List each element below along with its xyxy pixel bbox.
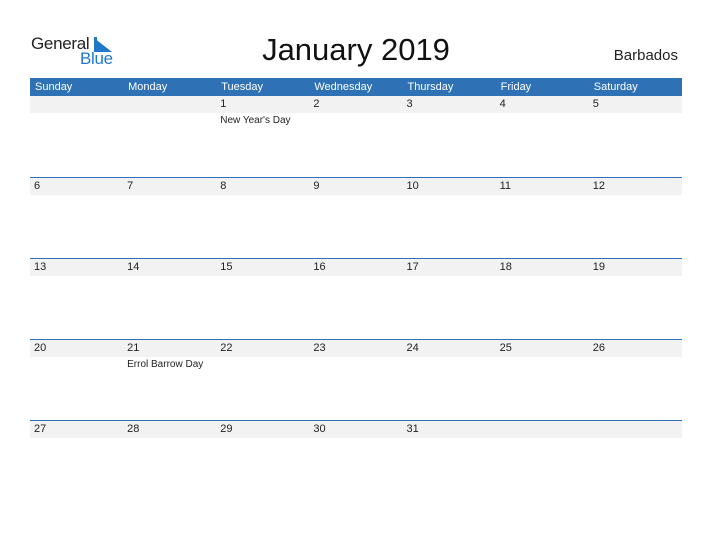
weekday-header: Sunday Monday Tuesday Wednesday Thursday… (30, 78, 682, 96)
holiday-label (216, 438, 309, 440)
day-number: 31 (406, 423, 419, 435)
holiday-label (589, 438, 682, 440)
week-row: 1 2 3 4 5 New Year's Day (30, 96, 682, 177)
events-area (30, 438, 682, 440)
day-number: 9 (313, 180, 320, 192)
holiday-label (589, 195, 682, 197)
holiday-label (496, 438, 589, 440)
holiday-label (589, 113, 682, 126)
weekday-wednesday: Wednesday (314, 81, 373, 93)
day-number: 6 (34, 180, 41, 192)
day-number: 5 (592, 98, 599, 110)
events-area: New Year's Day (30, 113, 682, 126)
day-number: 11 (499, 180, 512, 192)
holiday-label: New Year's Day (220, 115, 291, 126)
day-number: 28 (127, 423, 140, 435)
date-strip: 1 2 3 4 5 (30, 96, 682, 113)
day-number: 7 (127, 180, 134, 192)
holiday-label (123, 113, 216, 126)
day-number: 21 (127, 342, 140, 354)
day-number: 16 (313, 261, 326, 273)
weekday-thursday: Thursday (407, 81, 454, 93)
day-number: 26 (592, 342, 605, 354)
events-area (30, 276, 682, 278)
events-area (30, 195, 682, 197)
day-number: 18 (499, 261, 512, 273)
day-number: 23 (313, 342, 326, 354)
holiday-label (403, 357, 496, 370)
week-row: 13 14 15 16 17 18 19 (30, 258, 682, 339)
day-number: 17 (406, 261, 419, 273)
day-number: 19 (592, 261, 605, 273)
holiday-label (216, 195, 309, 197)
weekday-sunday: Sunday (35, 81, 73, 93)
day-number (589, 421, 682, 438)
day-number: 22 (220, 342, 233, 354)
holiday-label (403, 438, 496, 440)
holiday-label (589, 276, 682, 278)
holiday-label (309, 195, 402, 197)
date-strip: 6 7 8 9 10 11 12 (30, 178, 682, 195)
day-number (496, 421, 589, 438)
day-number (123, 96, 216, 113)
holiday-label (309, 357, 402, 370)
day-number: 27 (34, 423, 47, 435)
day-number: 10 (406, 180, 419, 192)
holiday-label (403, 276, 496, 278)
holiday-label (403, 113, 496, 126)
events-area: Errol Barrow Day (30, 357, 682, 370)
day-number: 4 (499, 98, 506, 110)
weekday-saturday: Saturday (593, 81, 638, 93)
holiday-label (496, 195, 589, 197)
date-strip: 27 28 29 30 31 (30, 421, 682, 438)
holiday-label (30, 357, 123, 370)
week-row: 27 28 29 30 31 (30, 420, 682, 501)
day-number: 12 (592, 180, 605, 192)
day-number: 20 (34, 342, 47, 354)
calendar-title: January 2019 (262, 32, 450, 67)
day-number: 14 (127, 261, 140, 273)
holiday-label: Errol Barrow Day (127, 359, 204, 370)
day-number: 29 (220, 423, 233, 435)
weekday-tuesday: Tuesday (221, 81, 264, 93)
date-strip: 13 14 15 16 17 18 19 (30, 259, 682, 276)
day-number: 24 (406, 342, 419, 354)
week-row: 6 7 8 9 10 11 12 (30, 177, 682, 258)
day-number: 30 (313, 423, 326, 435)
holiday-label (309, 438, 402, 440)
holiday-label (216, 357, 309, 370)
day-number: 15 (220, 261, 233, 273)
day-number: 13 (34, 261, 47, 273)
calendar-grid: Sunday Monday Tuesday Wednesday Thursday… (30, 78, 682, 501)
day-number: 1 (220, 98, 227, 110)
holiday-label (496, 113, 589, 126)
day-number: 2 (313, 98, 320, 110)
holiday-label (496, 276, 589, 278)
holiday-label (496, 357, 589, 370)
holiday-label (403, 195, 496, 197)
holiday-label (589, 357, 682, 370)
holiday-label (30, 113, 123, 126)
holiday-label (123, 276, 216, 278)
holiday-label (216, 276, 309, 278)
holiday-label (30, 195, 123, 197)
date-strip: 20 21 22 23 24 25 26 (30, 340, 682, 357)
weekday-monday: Monday (128, 81, 168, 93)
day-number (30, 96, 123, 113)
day-number: 25 (499, 342, 512, 354)
holiday-label (309, 276, 402, 278)
holiday-label (30, 438, 123, 440)
holiday-label (309, 113, 402, 126)
weekday-friday: Friday (500, 81, 532, 93)
holiday-label (123, 438, 216, 440)
country-label: Barbados (613, 47, 678, 64)
holiday-label (123, 195, 216, 197)
day-number: 8 (220, 180, 227, 192)
holiday-label (30, 276, 123, 278)
day-number: 3 (406, 98, 413, 110)
week-row: 20 21 22 23 24 25 26 Errol Barrow Day (30, 339, 682, 420)
